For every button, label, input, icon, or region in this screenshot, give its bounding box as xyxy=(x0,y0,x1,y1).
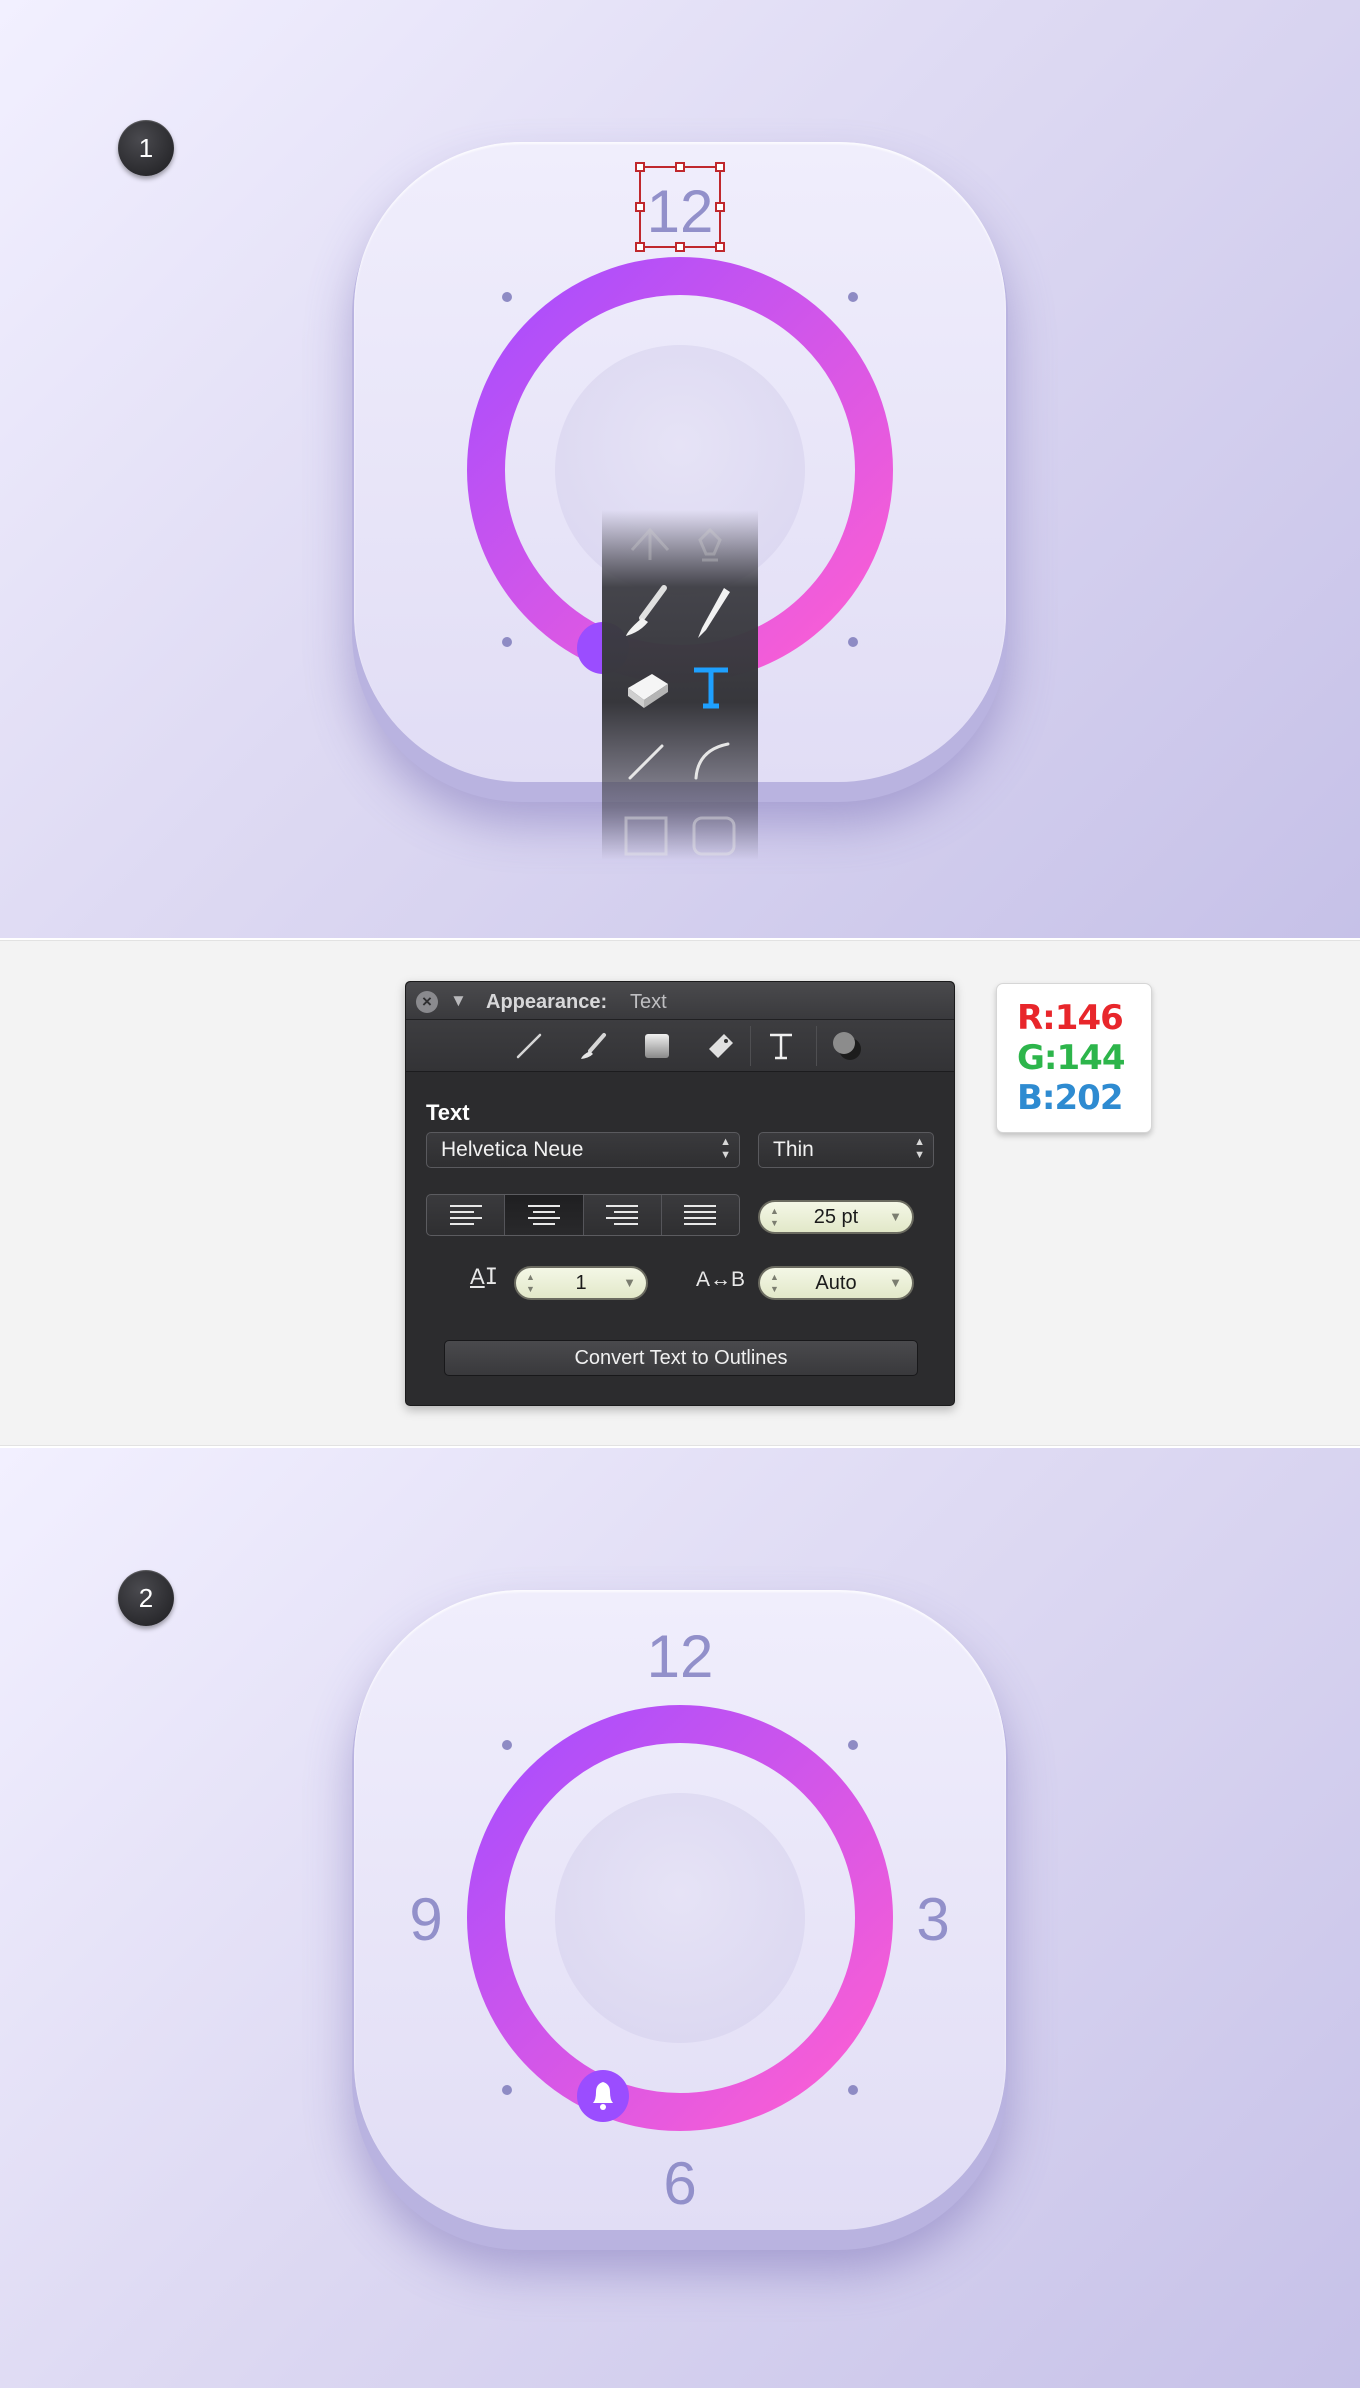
green-value-line: G:144 xyxy=(1017,1038,1125,1078)
select-arrows-icon: ▲ ▼ xyxy=(914,1136,925,1161)
red-value-line: R:146 xyxy=(1017,998,1124,1038)
settings-panel: × ▼ Appearance: Text Text Helvetica Neue… xyxy=(0,940,1360,1446)
character-spacing-value: Auto xyxy=(815,1272,857,1294)
inspector-tabs xyxy=(406,1020,954,1072)
clock-number-12: 12 xyxy=(647,178,714,245)
tick-dot xyxy=(502,2085,512,2095)
character-spacing-icon: A↔B xyxy=(696,1268,746,1291)
line-spacing-value: 1 xyxy=(575,1272,587,1294)
blue-value-line: B:202 xyxy=(1017,1078,1123,1118)
rgb-color-card: R:146 G:144 B:202 xyxy=(996,983,1152,1133)
font-weight-select[interactable]: Thin ▲ ▼ xyxy=(758,1132,934,1168)
alarm-knob[interactable] xyxy=(577,2070,629,2122)
dropdown-arrow-icon[interactable]: ▼ xyxy=(889,1268,902,1298)
shadow-tab-icon[interactable] xyxy=(816,1026,877,1066)
font-size-value: 25 pt xyxy=(813,1206,859,1228)
clock-number-12: 12 xyxy=(647,1623,714,1690)
align-left-button[interactable] xyxy=(427,1195,506,1235)
clock-number-9: 9 xyxy=(409,1886,442,1953)
align-justify-button[interactable] xyxy=(662,1195,739,1235)
convert-text-to-outlines-button[interactable]: Convert Text to Outlines xyxy=(444,1340,918,1376)
lasso-icon[interactable] xyxy=(630,527,670,560)
inspector-title-label: Appearance: xyxy=(486,991,608,1013)
close-icon[interactable]: × xyxy=(416,991,438,1013)
dropdown-arrow-icon[interactable]: ▼ xyxy=(889,1202,902,1232)
line-spacing-icon: AI xyxy=(470,1264,498,1290)
pen-icon[interactable] xyxy=(698,527,722,562)
font-family-value: Helvetica Neue xyxy=(441,1138,584,1161)
eraser-icon[interactable] xyxy=(628,674,668,708)
fill-tab-icon[interactable] xyxy=(630,1026,684,1066)
tick-dot xyxy=(502,1740,512,1750)
stepper-arrows-icon[interactable]: ▲ ▼ xyxy=(770,1271,779,1295)
inspector-titlebar: × ▼ Appearance: Text xyxy=(406,982,954,1020)
inner-dial xyxy=(555,1793,805,2043)
pencil-icon[interactable] xyxy=(698,588,730,638)
brush-icon[interactable] xyxy=(626,585,667,636)
text-tab-icon[interactable] xyxy=(750,1026,811,1066)
clock-face-step-2: 12 3 6 9 xyxy=(409,1623,949,2217)
tick-dot xyxy=(848,292,858,302)
tick-dot xyxy=(848,1740,858,1750)
text-tool-icon[interactable] xyxy=(694,667,728,709)
select-arrows-icon: ▲ ▼ xyxy=(720,1136,731,1161)
align-center-button[interactable] xyxy=(505,1195,584,1235)
inspector-title-value: Text xyxy=(630,991,667,1013)
tick-dot xyxy=(848,637,858,647)
align-right-button[interactable] xyxy=(584,1195,662,1235)
rectangle-icon[interactable] xyxy=(624,816,668,856)
line-spacing-stepper[interactable]: ▲ ▼ 1 ▼ xyxy=(514,1266,648,1300)
tag-tab-icon[interactable] xyxy=(694,1026,748,1066)
line-icon[interactable] xyxy=(628,744,664,780)
font-size-stepper[interactable]: ▲ ▼ 25 pt ▼ xyxy=(758,1200,914,1234)
arc-icon[interactable] xyxy=(694,742,730,780)
step-1-panel: 1 12 xyxy=(0,0,1360,938)
step-2-panel: 2 12 3 6 9 xyxy=(0,1448,1360,2388)
text-alignment-group xyxy=(426,1194,740,1236)
tick-dot xyxy=(848,2085,858,2095)
stepper-arrows-icon[interactable]: ▲ ▼ xyxy=(770,1205,779,1229)
font-weight-value: Thin xyxy=(773,1138,814,1161)
tools-strip xyxy=(602,510,758,860)
clock-number-6: 6 xyxy=(663,2150,696,2217)
tick-dot xyxy=(502,292,512,302)
appearance-inspector: × ▼ Appearance: Text Text Helvetica Neue… xyxy=(405,981,955,1406)
dropdown-arrow-icon[interactable]: ▼ xyxy=(623,1268,636,1298)
section-label-text: Text xyxy=(426,1100,470,1125)
font-family-select[interactable]: Helvetica Neue ▲ ▼ xyxy=(426,1132,740,1168)
character-spacing-stepper[interactable]: ▲ ▼ Auto ▼ xyxy=(758,1266,914,1300)
stepper-arrows-icon[interactable]: ▲ ▼ xyxy=(526,1271,535,1295)
tick-dot xyxy=(502,637,512,647)
line-tab-icon[interactable] xyxy=(502,1026,556,1066)
collapse-triangle-icon[interactable]: ▼ xyxy=(450,991,467,1011)
rounded-rectangle-icon[interactable] xyxy=(692,816,736,856)
brush-tab-icon[interactable] xyxy=(566,1026,620,1066)
clock-number-3: 3 xyxy=(916,1886,949,1953)
